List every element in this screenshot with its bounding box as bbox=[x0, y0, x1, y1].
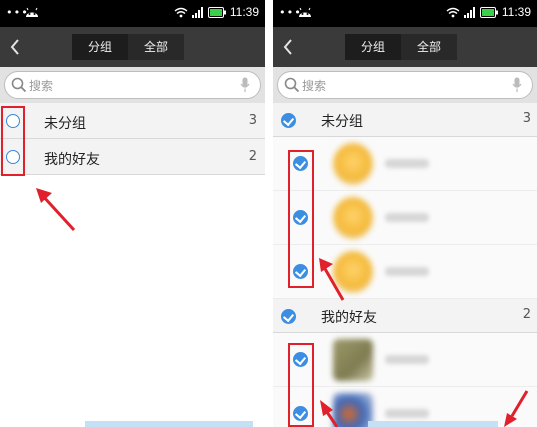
bottom-strip bbox=[368, 421, 498, 427]
microphone-icon[interactable] bbox=[240, 77, 250, 93]
check-icon[interactable] bbox=[281, 113, 296, 128]
back-icon[interactable] bbox=[8, 36, 22, 58]
group-count: 3 bbox=[522, 111, 531, 126]
group-count: 3 bbox=[248, 113, 257, 128]
group-count: 2 bbox=[522, 307, 531, 322]
tab-groups[interactable]: 分组 bbox=[72, 34, 128, 60]
left-screen: ••• 11:39 分组 全部 搜索 未分组 3 我的好友 2 bbox=[0, 0, 265, 427]
wifi-icon bbox=[174, 7, 188, 17]
group-name: 我的好友 bbox=[321, 310, 377, 326]
annotation-box bbox=[1, 106, 25, 176]
signal-icon bbox=[463, 6, 475, 18]
screenshot-stage: ••• 11:39 分组 全部 搜索 未分组 3 我的好友 2 ••• 11:3… bbox=[0, 0, 537, 427]
status-right: 11:39 bbox=[446, 5, 531, 19]
arrow-annotation bbox=[320, 400, 339, 427]
android-icon bbox=[26, 7, 38, 17]
title-bar: 分组 全部 bbox=[273, 27, 537, 67]
search-bar: 搜索 bbox=[0, 67, 265, 103]
clock: 11:39 bbox=[229, 5, 259, 19]
wifi-icon bbox=[446, 7, 460, 17]
blurred-contact-name bbox=[385, 213, 429, 222]
group-row[interactable]: 我的好友 2 bbox=[0, 139, 265, 175]
check-icon[interactable] bbox=[281, 309, 296, 324]
battery-icon bbox=[479, 6, 498, 18]
blurred-contact-name bbox=[385, 409, 429, 418]
arrow-annotation bbox=[504, 390, 529, 427]
status-bar: ••• 11:39 bbox=[273, 0, 537, 27]
signal-icon bbox=[191, 6, 203, 18]
arrow-annotation bbox=[319, 258, 345, 301]
segmented-tabs: 分组 全部 bbox=[72, 34, 184, 60]
title-bar: 分组 全部 bbox=[0, 27, 265, 67]
search-icon bbox=[284, 77, 300, 93]
status-right: 11:39 bbox=[174, 5, 259, 19]
back-icon[interactable] bbox=[281, 36, 295, 58]
group-row[interactable]: 未分组 3 bbox=[0, 103, 265, 139]
group-row[interactable]: 我的好友 2 bbox=[273, 299, 537, 333]
android-icon bbox=[299, 7, 311, 17]
tab-all[interactable]: 全部 bbox=[128, 34, 184, 60]
battery-icon bbox=[207, 6, 226, 18]
search-icon bbox=[11, 77, 27, 93]
blurred-contact-name bbox=[385, 267, 429, 276]
annotation-box bbox=[288, 343, 314, 427]
right-screen: ••• 11:39 分组 全部 搜索 未分组 3 我的好友 2 bbox=[273, 0, 537, 427]
search-placeholder: 搜索 bbox=[302, 79, 327, 93]
blurred-contact-name bbox=[385, 355, 429, 364]
bottom-strip bbox=[85, 421, 253, 427]
avatar bbox=[333, 143, 373, 185]
search-placeholder: 搜索 bbox=[29, 79, 54, 93]
status-bar: ••• 11:39 bbox=[0, 0, 265, 27]
avatar bbox=[333, 393, 373, 427]
arrow-annotation bbox=[36, 188, 76, 232]
search-bar: 搜索 bbox=[273, 67, 537, 103]
blurred-contact-name bbox=[385, 159, 429, 168]
tab-all[interactable]: 全部 bbox=[401, 34, 457, 60]
group-name: 我的好友 bbox=[44, 152, 100, 168]
annotation-box bbox=[288, 150, 314, 288]
group-name: 未分组 bbox=[44, 116, 86, 132]
avatar bbox=[333, 339, 373, 381]
search-input[interactable]: 搜索 bbox=[4, 71, 261, 99]
segmented-tabs: 分组 全部 bbox=[345, 34, 457, 60]
clock: 11:39 bbox=[501, 5, 531, 19]
microphone-icon[interactable] bbox=[512, 77, 522, 93]
tab-groups[interactable]: 分组 bbox=[345, 34, 401, 60]
group-count: 2 bbox=[248, 149, 257, 164]
group-row[interactable]: 未分组 3 bbox=[273, 103, 537, 137]
group-name: 未分组 bbox=[321, 114, 363, 130]
avatar bbox=[333, 197, 373, 239]
search-input[interactable]: 搜索 bbox=[277, 71, 533, 99]
